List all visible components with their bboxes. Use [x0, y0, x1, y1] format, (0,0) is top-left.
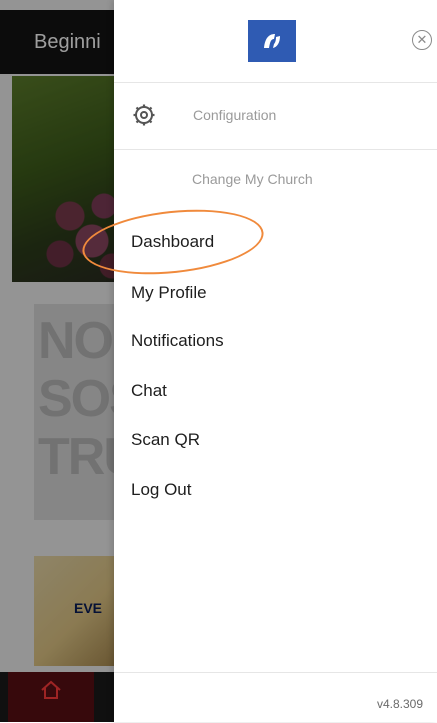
menu-item-notifications[interactable]: Notifications: [131, 331, 224, 351]
gear-icon: [133, 104, 155, 126]
menu-item-log-out[interactable]: Log Out: [131, 480, 192, 500]
configuration-item[interactable]: Configuration: [114, 83, 437, 150]
menu-item-scan-qr[interactable]: Scan QR: [131, 430, 200, 450]
drawer-footer: v4.8.309: [114, 672, 437, 723]
side-drawer: ✕ Configuration Change My Church Dashboa…: [114, 0, 437, 722]
app-logo-icon: [248, 20, 296, 62]
close-icon[interactable]: ✕: [412, 30, 432, 50]
drawer-header: ✕: [114, 0, 437, 83]
change-church-link[interactable]: Change My Church: [192, 171, 313, 187]
menu-item-dashboard[interactable]: Dashboard: [131, 232, 214, 252]
logo-mark-icon: [264, 34, 280, 48]
menu-item-my-profile[interactable]: My Profile: [131, 283, 207, 303]
app-version: v4.8.309: [376, 697, 423, 711]
configuration-label: Configuration: [193, 107, 277, 123]
menu-item-chat[interactable]: Chat: [131, 381, 167, 401]
